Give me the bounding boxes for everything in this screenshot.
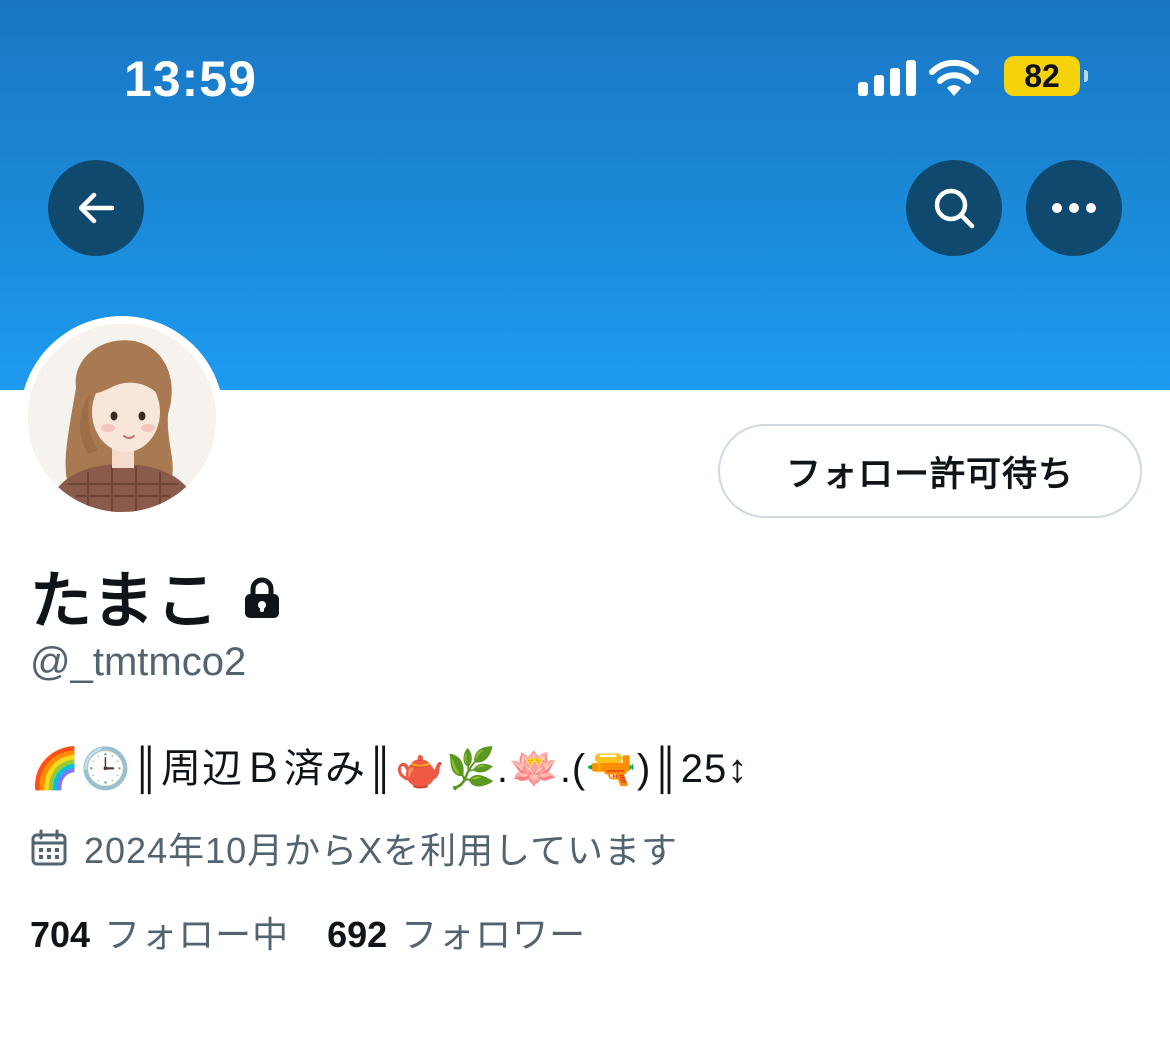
back-button[interactable]	[48, 160, 144, 256]
search-button[interactable]	[906, 160, 1002, 256]
battery-indicator: 82	[1004, 56, 1080, 96]
followers-link[interactable]: 692 フォロワー	[327, 906, 586, 958]
more-icon	[1052, 203, 1096, 213]
lock-icon	[245, 577, 280, 618]
following-count: 704	[30, 914, 91, 955]
profile-handle: @_tmtmco2	[30, 640, 247, 684]
cellular-signal-icon	[858, 60, 918, 96]
follow-pending-button[interactable]: フォロー許可待ち	[718, 424, 1142, 518]
following-link[interactable]: 704 フォロー中	[30, 906, 289, 958]
profile-bio: 🌈🕒║周辺Ｂ済み║🫖🌿.🪷.(🔫)║25↕	[30, 747, 749, 791]
battery-tip	[1084, 70, 1088, 82]
profile-name-row: たまこ	[30, 550, 280, 640]
status-time: 13:59	[124, 51, 257, 107]
avatar-illustration	[28, 324, 216, 512]
following-label: フォロー中	[104, 914, 290, 955]
join-date-text: 2024年10月からXを利用しています	[84, 830, 679, 871]
join-date: 2024年10月からXを利用しています	[30, 822, 678, 874]
calendar-icon	[31, 829, 67, 866]
more-button[interactable]	[1026, 160, 1122, 256]
avatar[interactable]	[28, 324, 216, 512]
display-name: たまこ	[30, 567, 221, 636]
followers-count: 692	[327, 914, 388, 955]
search-icon	[934, 188, 975, 229]
arrow-left-icon	[78, 192, 115, 224]
wifi-icon	[929, 59, 979, 96]
followers-label: フォロワー	[401, 914, 587, 955]
follow-stats: 704 フォロー中 692 フォロワー	[30, 906, 586, 958]
